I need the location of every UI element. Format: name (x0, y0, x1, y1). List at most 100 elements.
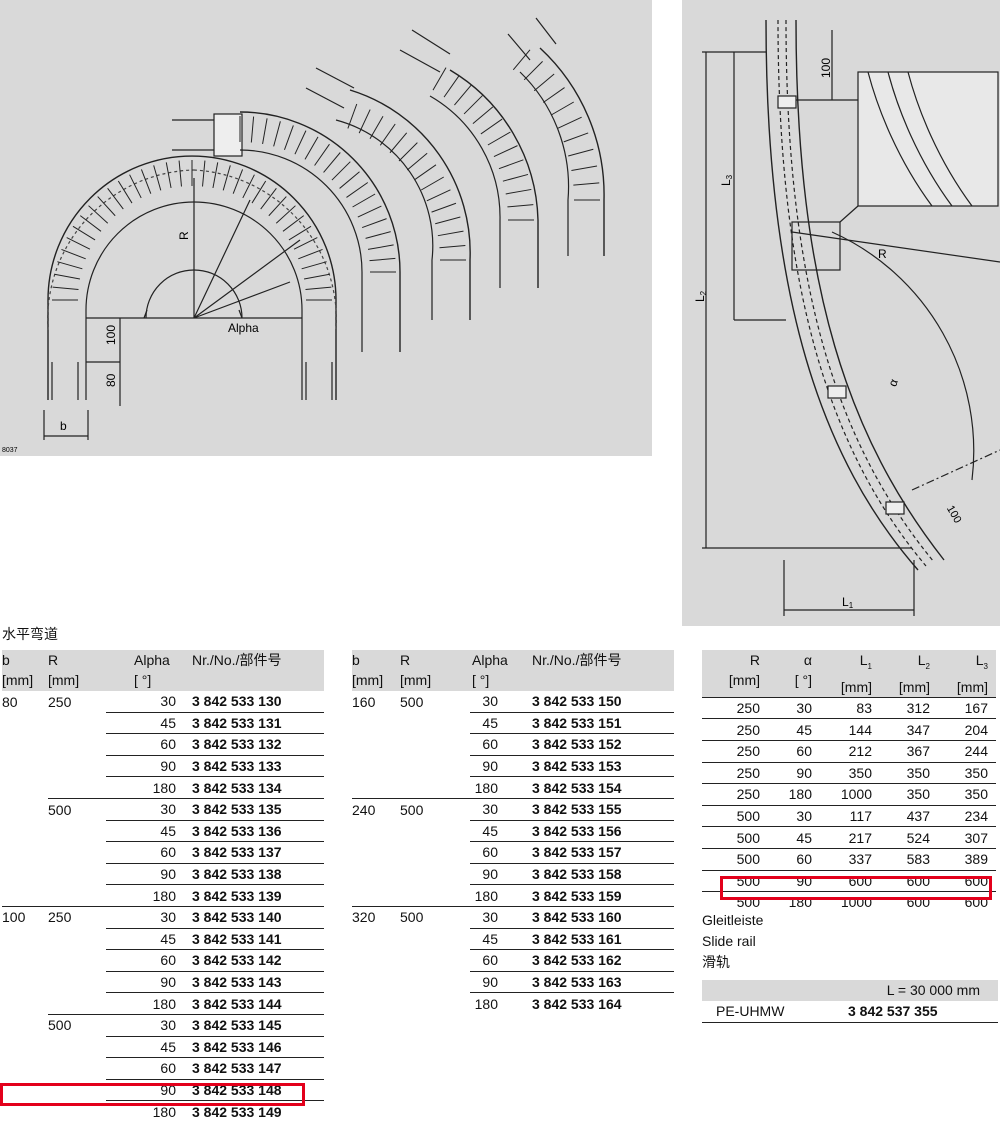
cell-nr: 3 842 533 152 (532, 733, 674, 756)
cell-l3: 350 (938, 783, 996, 806)
cell-nr: 3 842 533 155 (532, 797, 674, 821)
cell-r (400, 928, 470, 950)
cell-r (48, 950, 106, 972)
header-nr: Nr./No./部件号 (532, 652, 622, 668)
label-l2: L2 (693, 290, 708, 302)
cell-r: 500 (48, 797, 106, 821)
dimension-row: 500 30 117 437 234 (702, 804, 996, 827)
cell-alpha: 90 (470, 970, 532, 993)
cell-alpha: 30 (482, 693, 498, 710)
table-row: 90 3 842 533 153 (352, 754, 674, 777)
cell-b: 320 (352, 905, 400, 929)
chain-link (303, 273, 330, 280)
cell-nr: 3 842 533 162 (532, 949, 674, 972)
chain-link (57, 261, 83, 270)
chain-link (533, 73, 555, 92)
table-row: 90 3 842 533 163 (352, 970, 674, 993)
table-row: 160 500 30 3 842 533 150 (352, 691, 674, 712)
header-alpha: Alpha (134, 652, 170, 668)
cell-alpha: 180 (470, 992, 532, 1014)
label-alpha: Alpha (228, 321, 259, 335)
chain-link (379, 123, 396, 146)
chain-link (212, 162, 219, 189)
cell-r: 250 (702, 739, 768, 763)
unit-mm: [mm] (898, 678, 930, 695)
cell-b (352, 971, 400, 993)
table-row: 60 3 842 533 142 (2, 949, 324, 972)
cell-b (2, 777, 48, 799)
table-row: 60 3 842 533 147 (2, 1057, 324, 1080)
table-row: 45 3 842 533 131 (2, 711, 324, 734)
cell-nr: 3 842 533 134 (192, 776, 324, 799)
slide-rail-nr: 3 842 537 355 (848, 1003, 938, 1019)
label-alpha-right: α (885, 377, 901, 388)
cell-nr: 3 842 533 133 (192, 754, 324, 777)
cell-alpha: 45 (470, 819, 532, 842)
cell-r (48, 885, 106, 907)
cell-nr: 3 842 533 140 (192, 905, 324, 929)
cell-nr: 3 842 533 159 (532, 884, 674, 907)
table-row: 45 3 842 533 156 (352, 819, 674, 842)
cell-r (400, 712, 470, 734)
chain-link (294, 130, 307, 155)
label-r: R (177, 231, 191, 240)
chain-link (140, 169, 152, 194)
cell-l1: 217 (820, 826, 880, 849)
cell-b (2, 971, 48, 993)
table-row: 100 250 30 3 842 533 140 (2, 905, 324, 929)
chain-link (304, 136, 319, 160)
chain-link (454, 84, 472, 106)
chain-link (512, 49, 531, 71)
cell-alpha: 180 (106, 992, 192, 1015)
cell-b (2, 928, 48, 950)
chain-link (178, 160, 182, 187)
chain-link (66, 237, 91, 250)
cell-l2: 437 (880, 804, 938, 827)
cell-alpha: 60 (470, 733, 532, 756)
cell-r: 500 (48, 1013, 106, 1036)
cell-alpha: 45 (106, 711, 192, 734)
cell-alpha: 30 (768, 696, 820, 719)
chain-link (463, 95, 483, 115)
cell-r (400, 993, 470, 1014)
cell-alpha: 90 (106, 754, 192, 777)
chain-link (398, 142, 418, 162)
chain-link (435, 216, 461, 225)
cell-b (2, 885, 48, 907)
cell-nr: 3 842 533 164 (532, 992, 674, 1014)
dimension-row: 250 90 350 350 350 (702, 761, 996, 784)
chain-link (251, 180, 267, 204)
table-row: 180 3 842 533 144 (2, 992, 324, 1015)
cell-alpha: 30 (768, 804, 820, 827)
cell-r: 500 (400, 797, 470, 821)
cell-nr: 3 842 533 150 (532, 693, 622, 710)
cell-nr: 3 842 533 161 (532, 927, 674, 950)
chain-link (293, 237, 318, 250)
chain-link (480, 118, 503, 135)
dimension-row: 250 45 144 347 204 (702, 718, 996, 741)
cell-b (352, 755, 400, 777)
cell-l1: 117 (820, 804, 880, 827)
chain-link (346, 182, 369, 198)
table-row: 60 3 842 533 162 (352, 949, 674, 972)
label-l3: L3 (719, 174, 734, 186)
cell-r (400, 885, 470, 907)
cell-r (48, 842, 106, 864)
cell-r (48, 777, 106, 799)
table-row: 500 30 3 842 533 145 (2, 1013, 324, 1036)
cell-nr: 3 842 533 147 (192, 1057, 324, 1080)
chain-link (432, 67, 447, 91)
dimension-row: 250 30 83 312 167 (702, 696, 996, 719)
cell-r (48, 712, 106, 734)
cell-l2: 583 (880, 847, 938, 871)
chain-link (431, 202, 457, 213)
cell-r (400, 777, 470, 799)
cell-b (352, 885, 400, 907)
cell-r: 250 (702, 761, 768, 784)
cell-l3: 389 (938, 847, 996, 871)
chain-link (298, 248, 323, 260)
chain-link (493, 145, 518, 158)
header-r: R (48, 652, 59, 668)
table-row: 90 3 842 533 138 (2, 862, 324, 885)
cell-r (48, 1036, 106, 1058)
